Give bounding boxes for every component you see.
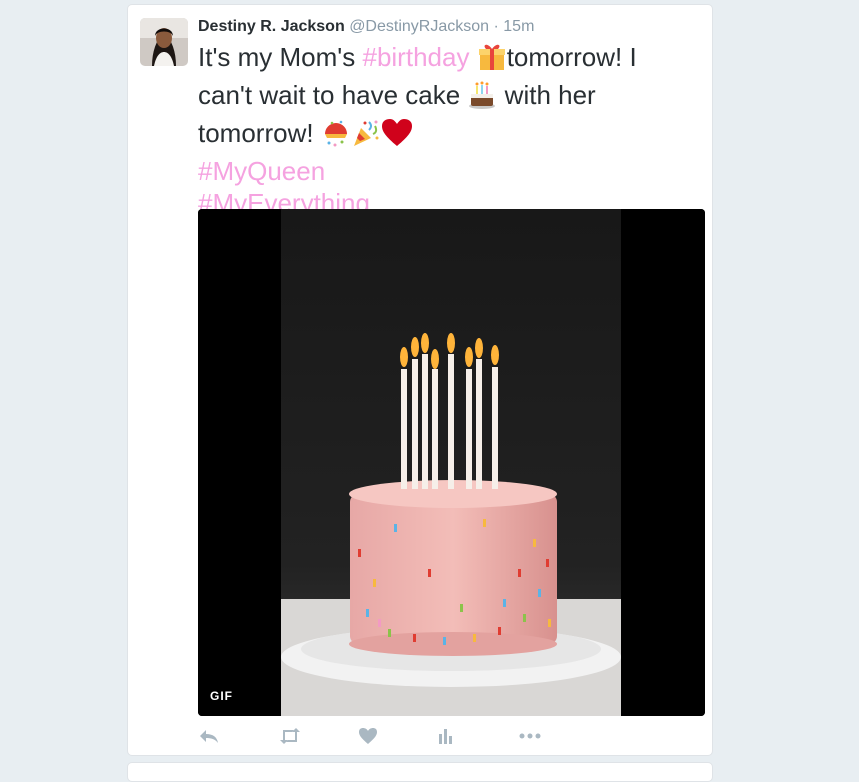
- confetti-ball-emoji: [321, 118, 351, 155]
- gif-media[interactable]: GIF: [198, 209, 705, 716]
- hashtag-birthday[interactable]: #birthday: [362, 42, 469, 72]
- hashtag-myqueen[interactable]: #MyQueen: [198, 155, 698, 187]
- tweet-text: It's my Mom's #birthday tomorrow! I can'…: [198, 41, 698, 219]
- reply-icon[interactable]: [198, 726, 222, 746]
- timestamp[interactable]: 15m: [503, 18, 534, 35]
- red-heart-emoji: [381, 118, 413, 155]
- birthday-cake-image: [198, 209, 705, 716]
- next-tweet-card[interactable]: [127, 762, 713, 782]
- more-icon[interactable]: [518, 726, 542, 746]
- tweet-card[interactable]: Destiny R. Jackson @DestinyRJackson · 15…: [127, 4, 713, 756]
- party-popper-emoji: [351, 118, 381, 155]
- gif-badge: GIF: [210, 689, 233, 703]
- user-handle[interactable]: @DestinyRJackson: [349, 18, 489, 35]
- avatar[interactable]: [140, 18, 188, 66]
- tweet-header: Destiny R. Jackson @DestinyRJackson · 15…: [198, 17, 534, 37]
- retweet-icon[interactable]: [278, 726, 302, 746]
- meta-separator: ·: [493, 18, 499, 35]
- tweet-actions: [198, 723, 618, 749]
- tweet-text-part1: It's my Mom's: [198, 42, 363, 72]
- birthday-cake-emoji: [467, 80, 497, 117]
- display-name[interactable]: Destiny R. Jackson: [198, 18, 345, 35]
- analytics-icon[interactable]: [437, 726, 461, 746]
- gift-emoji: [477, 42, 507, 79]
- like-icon[interactable]: [358, 726, 382, 746]
